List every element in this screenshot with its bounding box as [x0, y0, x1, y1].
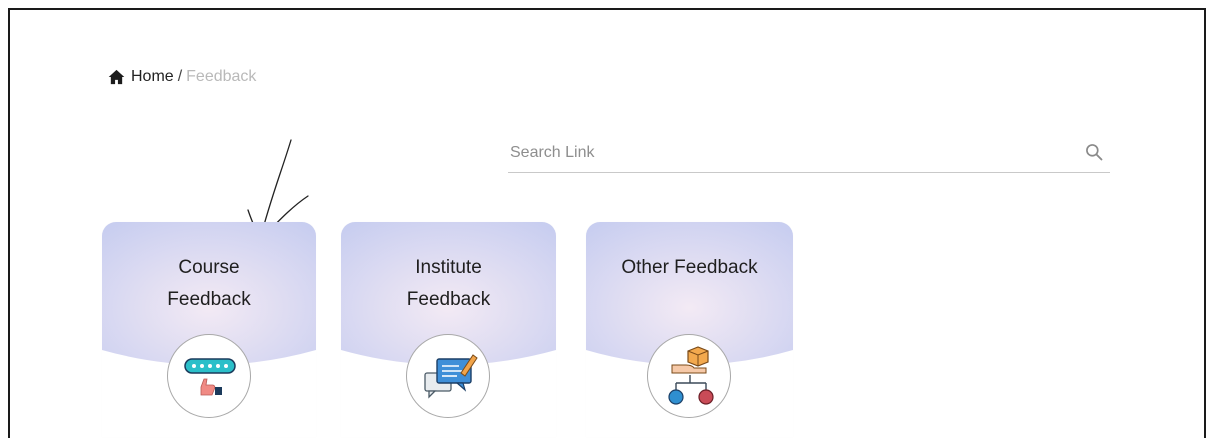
card-institute-feedback[interactable]: Institute Feedback: [341, 222, 556, 437]
search-icon[interactable]: [1084, 142, 1104, 162]
breadcrumb-separator: /: [177, 68, 183, 85]
search-input[interactable]: [508, 140, 1072, 166]
card-title-line-1: Other Feedback: [621, 257, 758, 278]
card-title: Other Feedback: [586, 252, 793, 284]
card-title-line-1: Course: [178, 257, 240, 278]
card-title-line-1: Institute: [415, 257, 482, 278]
card-title: Course Feedback: [102, 252, 316, 316]
breadcrumb: Home / Feedback: [108, 66, 256, 88]
breadcrumb-home-link[interactable]: Home: [131, 68, 174, 86]
card-other-feedback[interactable]: Other Feedback: [586, 222, 793, 437]
card-title-line-2: Feedback: [406, 289, 491, 310]
workflow-box-icon: [647, 334, 731, 418]
rating-thumbs-up-icon: [167, 334, 251, 418]
card-course-feedback[interactable]: Course Feedback: [102, 222, 316, 437]
card-title-line-2: Feedback: [167, 289, 251, 310]
card-title: Institute Feedback: [341, 252, 556, 316]
search-bar: [508, 134, 1110, 173]
home-icon[interactable]: [108, 69, 125, 85]
breadcrumb-current: Feedback: [186, 68, 257, 85]
chat-feedback-icon: [406, 334, 490, 418]
